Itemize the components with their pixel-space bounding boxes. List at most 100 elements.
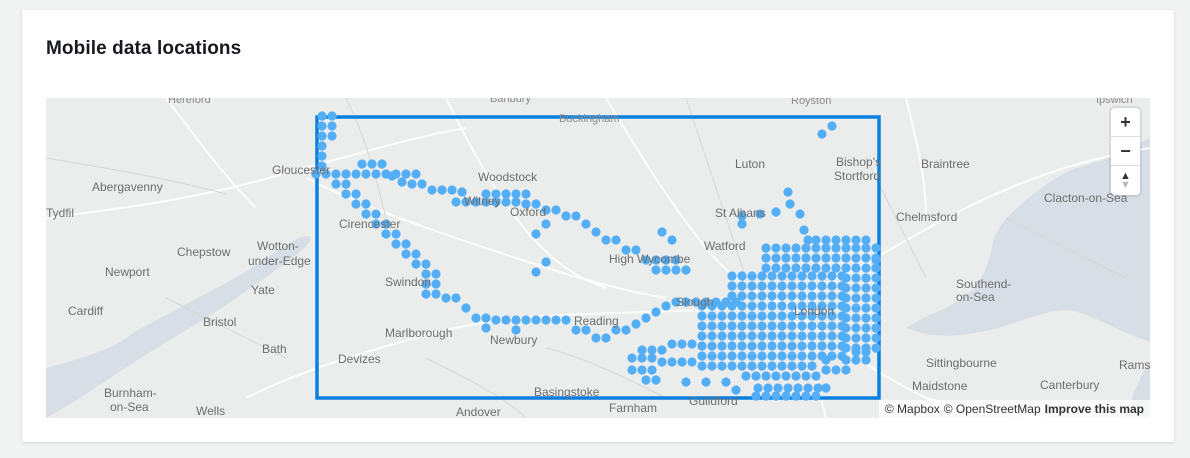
location-dot	[627, 365, 637, 375]
location-dot	[737, 281, 747, 291]
place-label: Farnham	[609, 401, 658, 415]
location-dot	[777, 291, 787, 301]
location-dot	[813, 383, 823, 393]
location-dot	[317, 111, 327, 121]
location-dot	[707, 341, 717, 351]
location-dot	[753, 383, 763, 393]
map-attribution: © Mapbox © OpenStreetMap Improve this ma…	[878, 400, 1150, 418]
location-dot	[871, 283, 881, 293]
location-dot	[871, 255, 881, 265]
location-dot	[737, 331, 747, 341]
location-dot	[851, 273, 861, 283]
location-dot	[871, 303, 881, 313]
location-dot	[387, 171, 397, 181]
location-dot	[717, 331, 727, 341]
location-dot	[757, 281, 767, 291]
location-dot	[807, 361, 817, 371]
zoom-out-button[interactable]: −	[1111, 137, 1140, 166]
location-dot	[591, 227, 601, 237]
location-dot	[811, 235, 821, 245]
location-dot	[787, 321, 797, 331]
location-dot	[871, 343, 881, 353]
location-dot	[451, 197, 461, 207]
place-label: St Albans	[715, 206, 766, 220]
location-dot	[841, 333, 851, 343]
location-dot	[717, 301, 727, 311]
place-label: Newport	[105, 265, 150, 279]
location-dot	[861, 273, 871, 283]
location-dot	[851, 293, 861, 303]
location-dot	[811, 371, 821, 381]
location-dot	[785, 199, 795, 209]
location-dot	[841, 263, 851, 273]
location-dot	[841, 293, 851, 303]
location-dot	[411, 169, 421, 179]
location-dot	[761, 371, 771, 381]
attribution-mapbox[interactable]: © Mapbox	[885, 400, 940, 418]
location-dot	[747, 351, 757, 361]
location-dot	[647, 345, 657, 355]
location-dot	[871, 333, 881, 343]
place-label: Canterbury	[1040, 378, 1100, 392]
location-dot	[437, 185, 447, 195]
location-dot	[327, 111, 337, 121]
location-dot	[681, 265, 691, 275]
location-dot	[811, 253, 821, 263]
place-label: Ramsgate	[1119, 358, 1150, 372]
location-dot	[671, 265, 681, 275]
location-dot	[761, 263, 771, 273]
location-dot	[701, 377, 711, 387]
location-dot	[777, 341, 787, 351]
location-dot	[331, 179, 341, 189]
attribution-osm[interactable]: © OpenStreetMap	[944, 400, 1041, 418]
location-dot	[447, 185, 457, 195]
location-dot	[401, 169, 411, 179]
location-dot	[827, 271, 837, 281]
location-dot	[737, 351, 747, 361]
improve-map-link[interactable]: Improve this map	[1045, 400, 1144, 418]
place-label: Woodstock	[478, 170, 538, 184]
location-dot	[767, 281, 777, 291]
location-dot	[871, 293, 881, 303]
location-dot	[851, 355, 861, 365]
location-dot	[817, 321, 827, 331]
location-dot	[627, 353, 637, 363]
location-dot	[431, 269, 441, 279]
location-dot	[707, 361, 717, 371]
location-dot	[717, 351, 727, 361]
location-dot	[727, 271, 737, 281]
location-dot	[747, 341, 757, 351]
place-label: Yate	[251, 283, 275, 297]
location-dot	[821, 383, 831, 393]
location-dot	[471, 313, 481, 323]
location-dot	[657, 227, 667, 237]
place-label: Bristol	[203, 315, 237, 329]
location-dot	[851, 313, 861, 323]
location-dot	[807, 291, 817, 301]
location-dot	[461, 303, 471, 313]
location-dot	[727, 301, 737, 311]
location-dot	[357, 159, 367, 169]
location-dot	[807, 281, 817, 291]
location-dot	[341, 179, 351, 189]
location-dot	[637, 365, 647, 375]
compass-icon[interactable]: ▲ ▼	[1111, 166, 1140, 195]
location-dot	[767, 311, 777, 321]
zoom-in-button[interactable]: +	[1111, 108, 1140, 137]
location-dot	[831, 243, 841, 253]
place-label: under-Edge	[248, 254, 311, 268]
location-dot	[817, 341, 827, 351]
location-dot	[707, 331, 717, 341]
location-dot	[841, 355, 851, 365]
location-dot	[803, 383, 813, 393]
location-dot	[737, 291, 747, 301]
location-dot	[831, 365, 841, 375]
location-dot	[491, 315, 501, 325]
location-dot	[541, 219, 551, 229]
map-view[interactable]: Hereford Banbury Royston Ipswich Buckingham B…	[46, 98, 1150, 418]
location-dot	[697, 311, 707, 321]
place-label: Swindon	[385, 275, 432, 289]
location-dot	[757, 301, 767, 311]
location-dot	[521, 189, 531, 199]
location-dot	[611, 235, 621, 245]
